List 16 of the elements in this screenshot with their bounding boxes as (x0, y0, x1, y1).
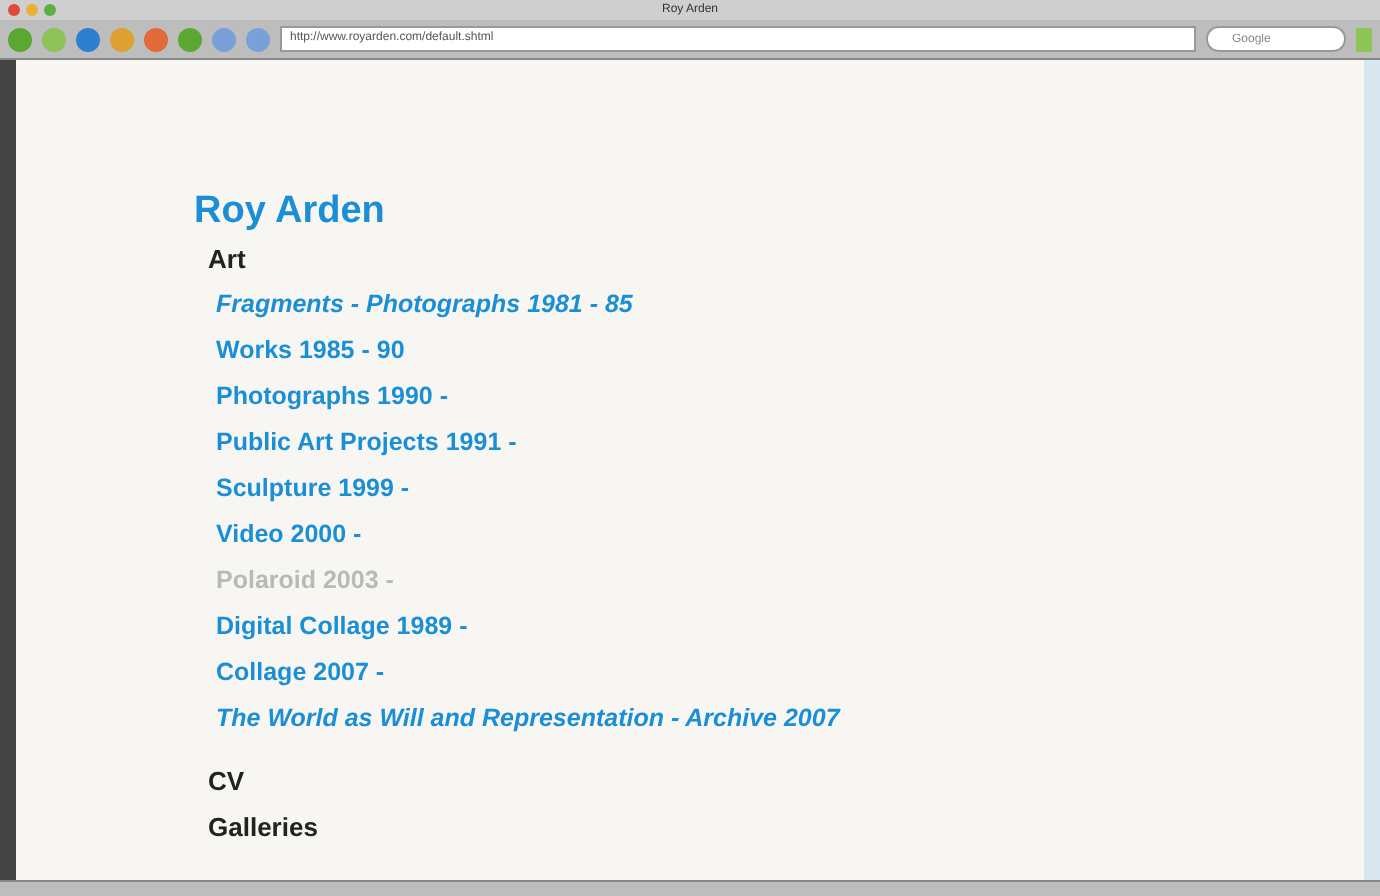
section-link[interactable]: Art (208, 242, 1364, 278)
nav-link[interactable]: Public Art Projects 1991 - (216, 420, 517, 466)
section-link[interactable]: CV (208, 758, 245, 804)
zoom-icon[interactable] (44, 4, 56, 16)
nav-link[interactable]: The World as Will and Representation - Archive 2007 (216, 696, 840, 742)
nav-link[interactable]: Video 2000 - (216, 512, 362, 558)
nav-link[interactable]: Collage 2007 - (216, 650, 385, 696)
nav-link[interactable]: Digital Collage 1989 - (216, 604, 468, 650)
nav-link[interactable]: Sculpture 1999 - (216, 466, 410, 512)
nav-link[interactable]: Works 1985 - 90 (216, 328, 405, 374)
section-link[interactable]: Galleries (208, 804, 318, 850)
nav-link[interactable]: Photographs 1990 - (216, 374, 448, 420)
minimize-icon[interactable] (26, 4, 38, 16)
nav-link[interactable]: Fragments - Photographs 1981 - 85 (216, 282, 633, 328)
site-title[interactable]: Roy Arden (194, 188, 1364, 236)
close-icon[interactable] (8, 4, 20, 16)
